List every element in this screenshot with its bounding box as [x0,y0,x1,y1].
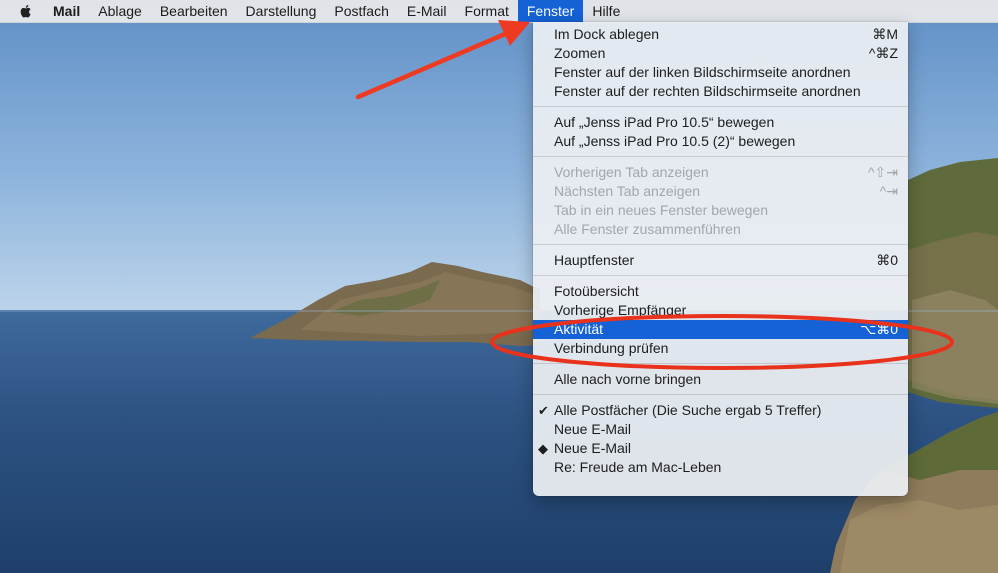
menu-item-label: Verbindung prüfen [554,340,669,356]
menu-item-label: Vorherigen Tab anzeigen [554,164,709,180]
menu-separator [533,394,908,395]
shortcut-label: ^⇧⇥ [867,164,898,180]
menu-item-bring-all-to-front[interactable]: Alle nach vorne bringen [533,370,908,389]
shortcut-label: ^⇥ [879,183,898,199]
menu-item-label: Aktivität [554,321,604,337]
apple-logo-icon[interactable] [18,3,34,19]
menu-item-label: Vorherige Empfänger [554,302,687,318]
menu-darstellung[interactable]: Darstellung [237,0,326,22]
menu-item-label: Fenster auf der linken Bildschirmseite a… [554,64,851,80]
menu-separator [533,156,908,157]
menu-format[interactable]: Format [456,0,518,22]
menu-item-window-new-mail-1[interactable]: Neue E-Mail [533,420,908,439]
menu-item-window-new-mail-2[interactable]: ◆ Neue E-Mail [533,439,908,458]
menu-item-previous-tab: Vorherigen Tab anzeigen ^⇧⇥ [533,163,908,182]
menu-hilfe[interactable]: Hilfe [583,0,629,22]
checkmark-icon: ✔ [538,403,549,418]
shortcut-label: ⌘M [872,26,898,42]
menu-item-label: Neue E-Mail [554,421,632,437]
menu-item-zoomen[interactable]: Zoomen ^⌘Z [533,44,908,63]
menu-item-label: Alle Fenster zusammenführen [554,221,741,237]
shortcut-label: ^⌘Z [868,45,898,61]
menu-item-next-tab: Nächsten Tab anzeigen ^⇥ [533,182,908,201]
window-menu-dropdown: Im Dock ablegen ⌘M Zoomen ^⌘Z Fenster au… [533,22,908,496]
menu-item-label: Fenster auf der rechten Bildschirmseite … [554,83,861,99]
menu-item-window-reply[interactable]: Re: Freude am Mac-Leben [533,458,908,477]
menu-item-hauptfenster[interactable]: Hauptfenster ⌘0 [533,251,908,270]
menu-item-label: Auf „Jenss iPad Pro 10.5 (2)“ bewegen [554,133,796,149]
menu-item-move-to-ipad-2[interactable]: Auf „Jenss iPad Pro 10.5 (2)“ bewegen [533,132,908,151]
menu-item-label: Zoomen [554,45,606,61]
menu-item-label: Hauptfenster [554,252,635,268]
menu-item-vorherige-empfaenger[interactable]: Vorherige Empfänger [533,301,908,320]
menu-app-mail[interactable]: Mail [44,0,89,22]
menu-item-tile-right[interactable]: Fenster auf der rechten Bildschirmseite … [533,82,908,101]
menu-item-merge-windows: Alle Fenster zusammenführen [533,220,908,239]
diamond-icon: ◆ [538,441,548,456]
menu-item-label: Tab in ein neues Fenster bewegen [554,202,769,218]
menu-item-label: Alle nach vorne bringen [554,371,702,387]
menu-ablage[interactable]: Ablage [89,0,151,22]
menu-item-label: Nächsten Tab anzeigen [554,183,701,199]
menu-item-im-dock-ablegen[interactable]: Im Dock ablegen ⌘M [533,25,908,44]
menu-item-label: Re: Freude am Mac-Leben [554,459,722,475]
menu-email[interactable]: E-Mail [398,0,456,22]
menu-item-aktivitaet[interactable]: Aktivität ⌥⌘0 [533,320,908,339]
menu-item-fotouebersicht[interactable]: Fotoübersicht [533,282,908,301]
shortcut-label: ⌘0 [876,252,898,268]
menu-item-move-tab-to-window: Tab in ein neues Fenster bewegen [533,201,908,220]
menu-item-label: Im Dock ablegen [554,26,660,42]
menu-separator [533,106,908,107]
menu-item-label: Alle Postfächer (Die Suche ergab 5 Treff… [554,402,822,418]
menu-fenster[interactable]: Fenster [517,0,584,22]
menu-item-label: Auf „Jenss iPad Pro 10.5“ bewegen [554,114,775,130]
menu-separator [533,244,908,245]
menu-separator [533,363,908,364]
shortcut-label: ⌥⌘0 [860,321,898,337]
menu-item-window-all-mailboxes[interactable]: ✔ Alle Postfächer (Die Suche ergab 5 Tre… [533,401,908,420]
menu-item-verbindung-pruefen[interactable]: Verbindung prüfen [533,339,908,358]
menu-item-label: Neue E-Mail [554,440,632,456]
menu-item-tile-left[interactable]: Fenster auf der linken Bildschirmseite a… [533,63,908,82]
menu-item-label: Fotoübersicht [554,283,639,299]
menu-postfach[interactable]: Postfach [325,0,397,22]
menu-item-move-to-ipad[interactable]: Auf „Jenss iPad Pro 10.5“ bewegen [533,113,908,132]
menu-separator [533,275,908,276]
menu-bar: Mail Ablage Bearbeiten Darstellung Postf… [0,0,998,23]
menu-bearbeiten[interactable]: Bearbeiten [151,0,237,22]
